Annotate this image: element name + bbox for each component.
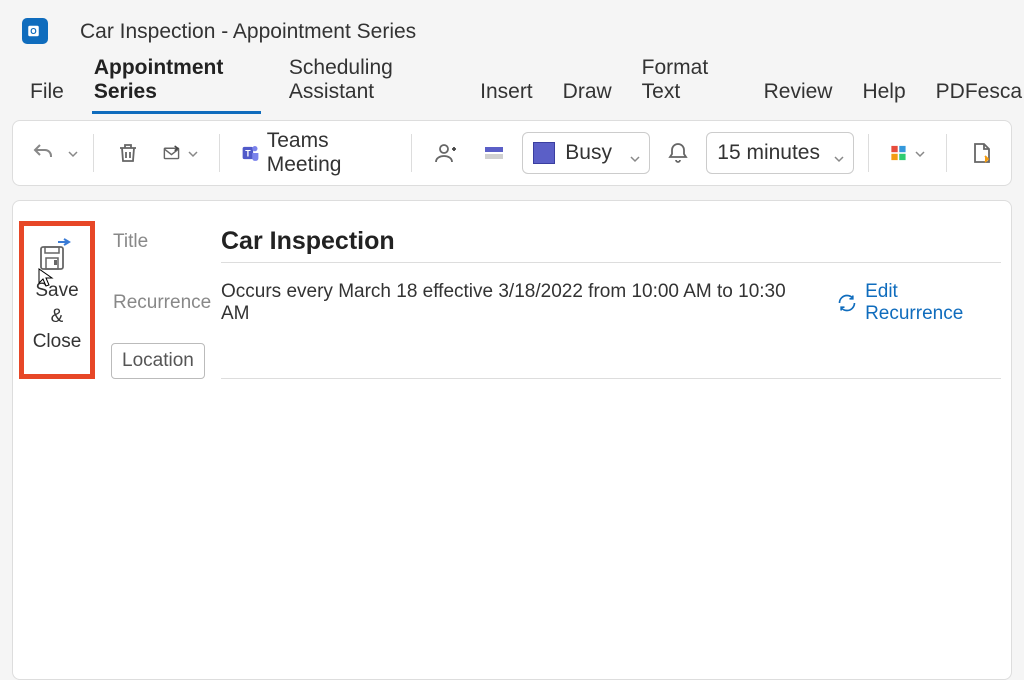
- svg-text:T: T: [245, 149, 251, 159]
- reminder-label: 15 minutes: [717, 141, 820, 165]
- undo-dropdown-icon[interactable]: [67, 147, 79, 159]
- content-area: Save & Close Title Recurrence Occurs eve…: [12, 200, 1012, 680]
- tab-file[interactable]: File: [28, 72, 66, 114]
- tab-format-text[interactable]: Format Text: [640, 48, 736, 114]
- tab-draw[interactable]: Draw: [561, 72, 614, 114]
- reminder-icon-button[interactable]: [658, 131, 698, 175]
- tab-scheduling-assistant[interactable]: Scheduling Assistant: [287, 48, 452, 114]
- recurrence-label: Recurrence: [111, 292, 221, 314]
- refresh-icon: [837, 293, 857, 313]
- immersive-reader-button[interactable]: [961, 131, 1001, 175]
- save-close-label: Save & Close: [33, 278, 82, 355]
- toolbar: T Teams Meeting Busy 15 minutes: [12, 120, 1012, 186]
- show-as-button[interactable]: [474, 131, 514, 175]
- categorize-button[interactable]: [883, 131, 932, 175]
- tab-help[interactable]: Help: [860, 72, 907, 114]
- chevron-down-icon: [914, 147, 926, 159]
- teams-meeting-label: Teams Meeting: [267, 129, 392, 177]
- edit-recurrence-link[interactable]: Edit Recurrence: [837, 281, 1001, 325]
- tab-appointment-series[interactable]: Appointment Series: [92, 48, 261, 114]
- tab-insert[interactable]: Insert: [478, 72, 535, 114]
- recurrence-text: Occurs every March 18 effective 3/18/202…: [221, 281, 817, 325]
- status-dropdown[interactable]: Busy: [522, 132, 650, 174]
- ribbon-tabs: File Appointment Series Scheduling Assis…: [0, 64, 1024, 114]
- teams-meeting-button[interactable]: T Teams Meeting: [234, 131, 398, 175]
- status-label: Busy: [565, 141, 612, 165]
- status-swatch-icon: [533, 142, 555, 164]
- save-close-icon: [40, 238, 74, 270]
- delete-button[interactable]: [108, 131, 148, 175]
- location-input[interactable]: [221, 344, 1001, 379]
- edit-recurrence-label: Edit Recurrence: [865, 281, 1001, 325]
- location-button[interactable]: Location: [111, 343, 205, 379]
- chevron-down-icon: [187, 147, 199, 159]
- reminder-dropdown[interactable]: 15 minutes: [706, 132, 854, 174]
- forward-button[interactable]: [156, 131, 205, 175]
- title-label: Title: [111, 231, 221, 253]
- svg-text:O: O: [30, 27, 37, 36]
- tab-review[interactable]: Review: [762, 72, 835, 114]
- title-input[interactable]: [221, 221, 1001, 263]
- chevron-down-icon: [629, 147, 641, 159]
- chevron-down-icon: [833, 147, 845, 159]
- save-close-button[interactable]: Save & Close: [19, 221, 95, 379]
- window-title: Car Inspection - Appointment Series: [80, 20, 416, 44]
- outlook-icon: O: [22, 18, 48, 44]
- tab-pdfescape[interactable]: PDFesca: [934, 72, 1024, 114]
- invite-attendees-button[interactable]: [426, 131, 466, 175]
- undo-button[interactable]: [23, 131, 63, 175]
